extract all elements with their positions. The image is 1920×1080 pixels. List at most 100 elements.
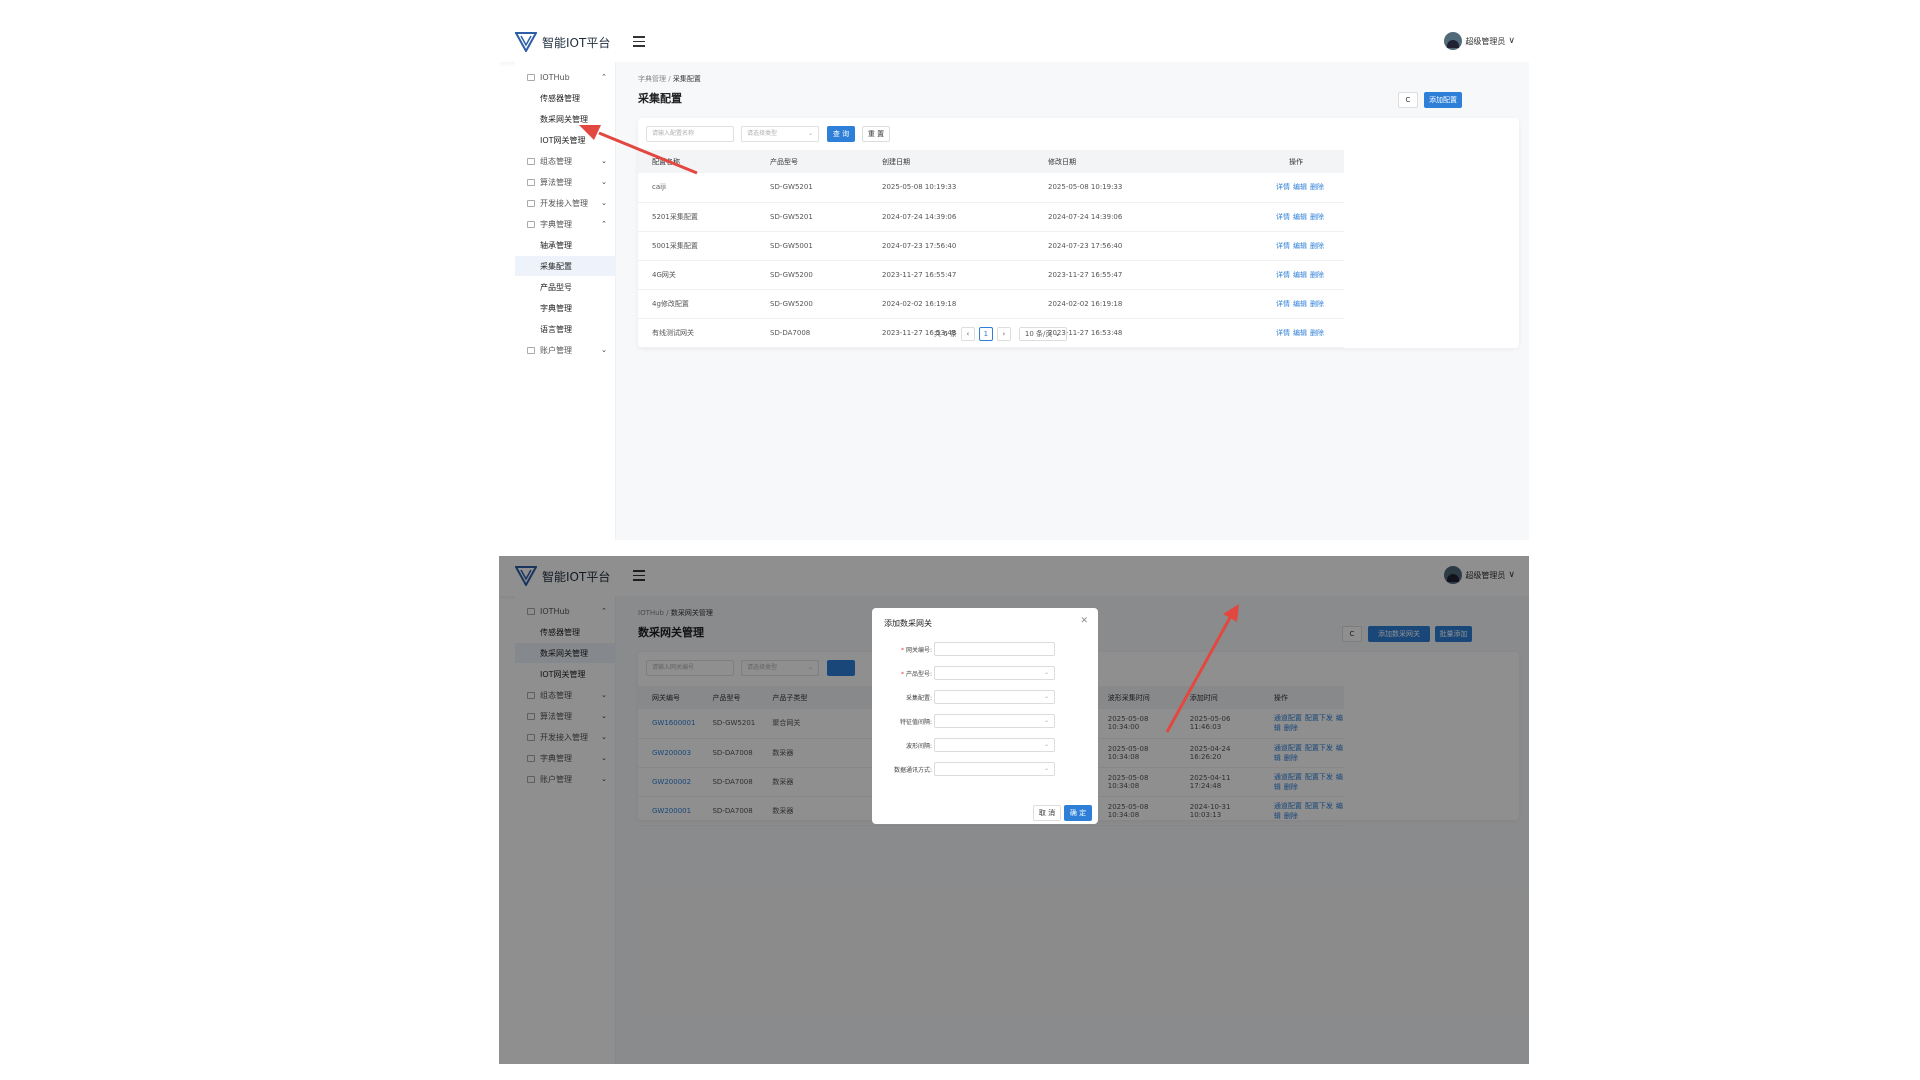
sidebar-group-algo[interactable]: 算法管理 ⌄ — [515, 172, 616, 192]
table-cell: 2024-07-23 17:56:40 — [1034, 231, 1234, 261]
text-input[interactable] — [934, 642, 1055, 656]
form-label: 特征值间隔: — [900, 717, 932, 726]
cancel-button[interactable]: 取 消 — [1033, 805, 1061, 821]
sidebar-group-org[interactable]: 组态管理 ⌄ — [515, 151, 616, 171]
breadcrumb-parent[interactable]: 字典管理 — [638, 75, 666, 83]
edit-link[interactable]: 编辑 — [1293, 329, 1307, 337]
chevron-up-icon: ⌃ — [601, 73, 607, 81]
edit-link[interactable]: 编辑 — [1293, 271, 1307, 279]
menu-toggle-icon[interactable] — [633, 36, 645, 47]
pagination-prev-icon[interactable]: ‹ — [960, 327, 975, 341]
sidebar-group-dev[interactable]: 开发接入管理 ⌄ — [515, 193, 616, 213]
reset-button[interactable]: 重 置 — [862, 126, 890, 142]
edit-link[interactable]: 编辑 — [1293, 242, 1307, 250]
select-input[interactable]: ⌄ — [934, 738, 1055, 752]
page-size-select[interactable]: 10 条/页 ⌄ — [1018, 327, 1067, 341]
top-bar: 智能IOT平台 超级管理员 ∨ — [499, 22, 1529, 62]
sidebar-item-label: 算法管理 — [540, 177, 572, 187]
dev-icon — [527, 199, 535, 207]
table-cell: 2024-07-24 14:39:06 — [1034, 202, 1234, 232]
confirm-button[interactable]: 确 定 — [1064, 805, 1092, 821]
delete-link[interactable]: 删除 — [1310, 213, 1324, 221]
brand[interactable]: 智能IOT平台 — [515, 32, 610, 52]
sidebar-item-label: 字典管理 — [540, 303, 572, 313]
sidebar-item-collect-config[interactable]: 采集配置 — [515, 256, 616, 276]
delete-link[interactable]: 删除 — [1310, 271, 1324, 279]
delete-link[interactable]: 删除 — [1310, 329, 1324, 337]
gateway-management-screen: 智能IOT平台 超级管理员 ∨ IOTHub ⌃ 传感器管理 数采网关管理 IOT… — [499, 556, 1529, 1064]
config-table: 配置名称 产品型号 创建日期 修改日期 操作 caiji SD-GW5201 2025-05… — [638, 150, 1344, 348]
edit-link[interactable]: 编辑 — [1293, 183, 1307, 191]
detail-link[interactable]: 详情 — [1276, 242, 1290, 250]
delete-link[interactable]: 删除 — [1310, 183, 1324, 191]
sidebar-item-product-model[interactable]: 产品型号 — [515, 277, 616, 297]
table-row: 5201采集配置 SD-GW5201 2024-07-24 14:39:06 2024… — [638, 202, 1344, 232]
sidebar-item-bearing[interactable]: 轴承管理 — [515, 235, 616, 255]
page-title: 采集配置 — [638, 92, 682, 105]
sidebar-item-iot-gateway[interactable]: IOT网关管理 — [515, 130, 616, 150]
row-actions: 详情 编辑 删除 — [1234, 173, 1344, 203]
sidebar-item-dict[interactable]: 字典管理 — [515, 298, 616, 318]
close-icon[interactable]: ✕ — [1080, 616, 1088, 626]
sidebar-group-dict[interactable]: 字典管理 ⌃ — [515, 214, 616, 234]
edit-link[interactable]: 编辑 — [1293, 300, 1307, 308]
sidebar-item-sensor[interactable]: 传感器管理 — [515, 88, 616, 108]
form-row: 数据通讯方式: ⌄ — [872, 762, 1098, 778]
table-header-row: 配置名称 产品型号 创建日期 修改日期 操作 — [638, 150, 1344, 173]
sidebar-item-label: 采集配置 — [540, 261, 572, 271]
column-header: 修改日期 — [1034, 150, 1234, 173]
pagination-page[interactable]: 1 — [978, 327, 993, 341]
delete-link[interactable]: 删除 — [1310, 242, 1324, 250]
table-cell: SD-GW5201 — [756, 173, 868, 203]
form-label-text: 网关编号: — [905, 647, 932, 654]
sidebar-group-account[interactable]: 账户管理 ⌄ — [515, 340, 616, 360]
sidebar-item-label: 开发接入管理 — [540, 198, 588, 208]
chevron-down-icon: ⌄ — [1054, 330, 1061, 338]
add-config-button[interactable]: 添加配置 — [1424, 92, 1462, 108]
refresh-button[interactable]: C — [1398, 92, 1418, 108]
row-actions: 详情 编辑 删除 — [1234, 202, 1344, 232]
form-label-text: 数据通讯方式: — [893, 767, 932, 774]
detail-link[interactable]: 详情 — [1276, 213, 1290, 221]
grid-icon — [527, 73, 535, 81]
sidebar-item-gateway-data[interactable]: 数采网关管理 — [515, 109, 616, 129]
sidebar-item-label: IOTHub — [540, 72, 570, 82]
sidebar-item-label: 产品型号 — [540, 282, 572, 292]
required-mark: * — [900, 647, 904, 654]
select-input[interactable]: ⌄ — [934, 762, 1055, 776]
dict-icon — [527, 220, 535, 228]
table-cell: SD-DA7008 — [756, 318, 868, 348]
sidebar-group-iothub[interactable]: IOTHub ⌃ — [515, 67, 616, 87]
detail-link[interactable]: 详情 — [1276, 329, 1290, 337]
chevron-down-icon: ∨ — [1508, 36, 1515, 46]
detail-link[interactable]: 详情 — [1276, 271, 1290, 279]
select-input[interactable]: ⌄ — [934, 690, 1055, 704]
table-cell: 2024-07-24 14:39:06 — [868, 202, 1034, 232]
chevron-down-icon: ⌄ — [1043, 669, 1049, 676]
sidebar-item-label: IOT网关管理 — [540, 135, 586, 145]
query-button[interactable]: 查 询 — [827, 126, 855, 142]
select-input[interactable]: ⌄ — [934, 714, 1055, 728]
table-cell: 5001采集配置 — [638, 231, 756, 261]
form-row: 采集配置: ⌄ — [872, 690, 1098, 706]
detail-link[interactable]: 详情 — [1276, 300, 1290, 308]
user-menu[interactable]: 超级管理员 ∨ — [1444, 32, 1515, 50]
algo-icon — [527, 178, 535, 186]
detail-link[interactable]: 详情 — [1276, 183, 1290, 191]
type-select[interactable]: 请选择类型 ⌄ — [741, 126, 819, 142]
table-cell: 2024-02-02 16:19:18 — [868, 289, 1034, 319]
org-icon — [527, 157, 535, 165]
sidebar-item-lang[interactable]: 语言管理 — [515, 319, 616, 339]
edit-link[interactable]: 编辑 — [1293, 213, 1307, 221]
config-name-input[interactable]: 请输入配置名称 — [646, 126, 734, 142]
collect-config-screen: 智能IOT平台 超级管理员 ∨ IOTHub ⌃ 传感器管理 数采网关管理 IOT… — [499, 22, 1529, 540]
chevron-up-icon: ⌃ — [601, 220, 607, 228]
select-input[interactable]: ⌄ — [934, 666, 1055, 680]
form-row: * 产品型号: ⌄ — [872, 666, 1098, 682]
form-row: 波形间隔: ⌄ — [872, 738, 1098, 754]
delete-link[interactable]: 删除 — [1310, 300, 1324, 308]
page-size-label: 10 条/页 — [1024, 330, 1053, 338]
column-header: 产品型号 — [756, 150, 868, 173]
pagination-next-icon[interactable]: › — [996, 327, 1011, 341]
chevron-down-icon: ⌄ — [1043, 717, 1049, 724]
